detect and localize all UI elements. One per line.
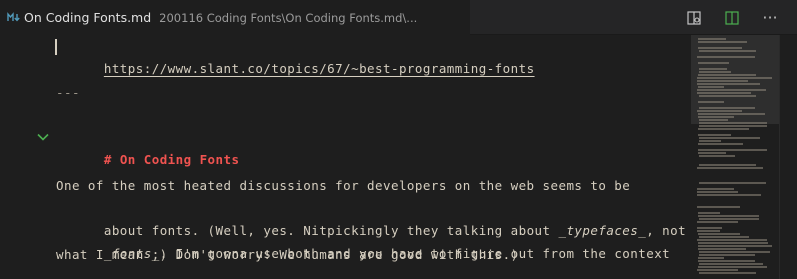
minimap-line [697, 92, 751, 94]
paragraph-line-1: One of the most heated discussions for d… [56, 178, 631, 193]
paragraph-line-4: what I mean ;) Don't worry! We humans ar… [56, 247, 519, 262]
minimap-line [699, 251, 770, 253]
link-line[interactable]: https://www.slant.co/topics/67/~best-pro… [56, 36, 535, 76]
minimap-line [698, 128, 749, 130]
minimap-line [699, 68, 727, 70]
minimap-line [697, 191, 738, 193]
more-actions-button[interactable]: ··· [757, 5, 783, 31]
tab-bar: On Coding Fonts.md 200116 Coding Fonts\O… [0, 0, 797, 35]
minimap-line [698, 257, 724, 259]
minimap-line [699, 263, 763, 265]
tab-path: 200116 Coding Fonts\On Coding Fonts.md\.… [159, 10, 418, 25]
minimap-line [699, 107, 755, 109]
minimap-line [697, 194, 761, 196]
minimap-line [698, 260, 755, 262]
minimap-line [699, 272, 756, 274]
heading-line: # On Coding Fonts [56, 127, 239, 167]
minimap-line [698, 245, 772, 247]
minimap-line [697, 77, 772, 79]
minimap-line [697, 56, 755, 58]
heading-marker: # [103, 152, 112, 167]
minimap-line [699, 125, 767, 127]
minimap-line [698, 152, 726, 154]
paragraph-line-3: _fonts_. I'm gonna use both and you have… [56, 221, 670, 261]
minimap-line [699, 50, 756, 52]
minimap-line [698, 47, 742, 49]
minimap-line [697, 80, 748, 82]
minimap-line [699, 218, 759, 220]
minimap-line [698, 266, 767, 268]
minimap-line [699, 122, 767, 124]
paragraph-line-2: about fonts. (Well, yes. Nitpickingly th… [56, 198, 686, 238]
minimap-line [697, 269, 738, 271]
tab-title: On Coding Fonts.md [24, 10, 152, 25]
minimap-line [697, 188, 734, 190]
editor-window: On Coding Fonts.md 200116 Coding Fonts\O… [0, 0, 797, 279]
minimap-line [698, 242, 768, 244]
fold-chevron-icon[interactable] [36, 130, 50, 144]
minimap-line [697, 89, 766, 91]
minimap-line [699, 95, 756, 97]
minimap-line [697, 230, 720, 232]
minimap-line [697, 239, 767, 241]
minimap-line [698, 248, 746, 250]
minimap-line [698, 74, 756, 76]
vertical-scrollbar[interactable] [779, 35, 797, 279]
more-actions-icon: ··· [762, 8, 778, 27]
minimap-line [697, 110, 742, 112]
minimap-line [699, 182, 766, 184]
tab-on-coding-fonts[interactable]: On Coding Fonts.md 200116 Coding Fonts\O… [0, 0, 470, 35]
markdown-icon [7, 12, 20, 22]
split-editor-button[interactable] [719, 5, 745, 31]
minimap-line [698, 41, 747, 43]
slant-link[interactable]: https://www.slant.co/topics/67/~best-pro… [104, 61, 535, 76]
minimap-line [697, 227, 722, 229]
minimap-line [697, 83, 760, 85]
minimap[interactable] [691, 35, 779, 279]
minimap-line [699, 71, 731, 73]
split-editor-icon [725, 10, 739, 25]
minimap-line [698, 149, 767, 151]
minimap-line [698, 215, 759, 217]
minimap-line [697, 206, 740, 208]
minimap-line [699, 164, 756, 166]
minimap-line [699, 140, 721, 142]
open-preview-button[interactable] [681, 5, 707, 31]
minimap-line [699, 119, 728, 121]
minimap-line [698, 38, 726, 40]
horizontal-rule: --- [56, 85, 80, 100]
minimap-line [698, 134, 731, 136]
open-preview-icon [687, 10, 701, 25]
heading-text: On Coding Fonts [119, 152, 240, 167]
minimap-line [698, 233, 740, 235]
minimap-line [699, 254, 755, 256]
minimap-line [698, 62, 729, 64]
minimap-line [699, 155, 735, 157]
minimap-line [697, 221, 738, 223]
minimap-line [697, 167, 763, 169]
minimap-line [698, 86, 724, 88]
minimap-line [698, 116, 734, 118]
editor-content[interactable]: https://www.slant.co/topics/67/~best-pro… [0, 35, 691, 279]
editor-actions: ··· [669, 0, 797, 35]
minimap-line [698, 113, 765, 115]
minimap-line [699, 137, 760, 139]
minimap-line [698, 101, 724, 103]
minimap-line [699, 236, 749, 238]
minimap-line [698, 212, 720, 214]
minimap-line [698, 143, 743, 145]
